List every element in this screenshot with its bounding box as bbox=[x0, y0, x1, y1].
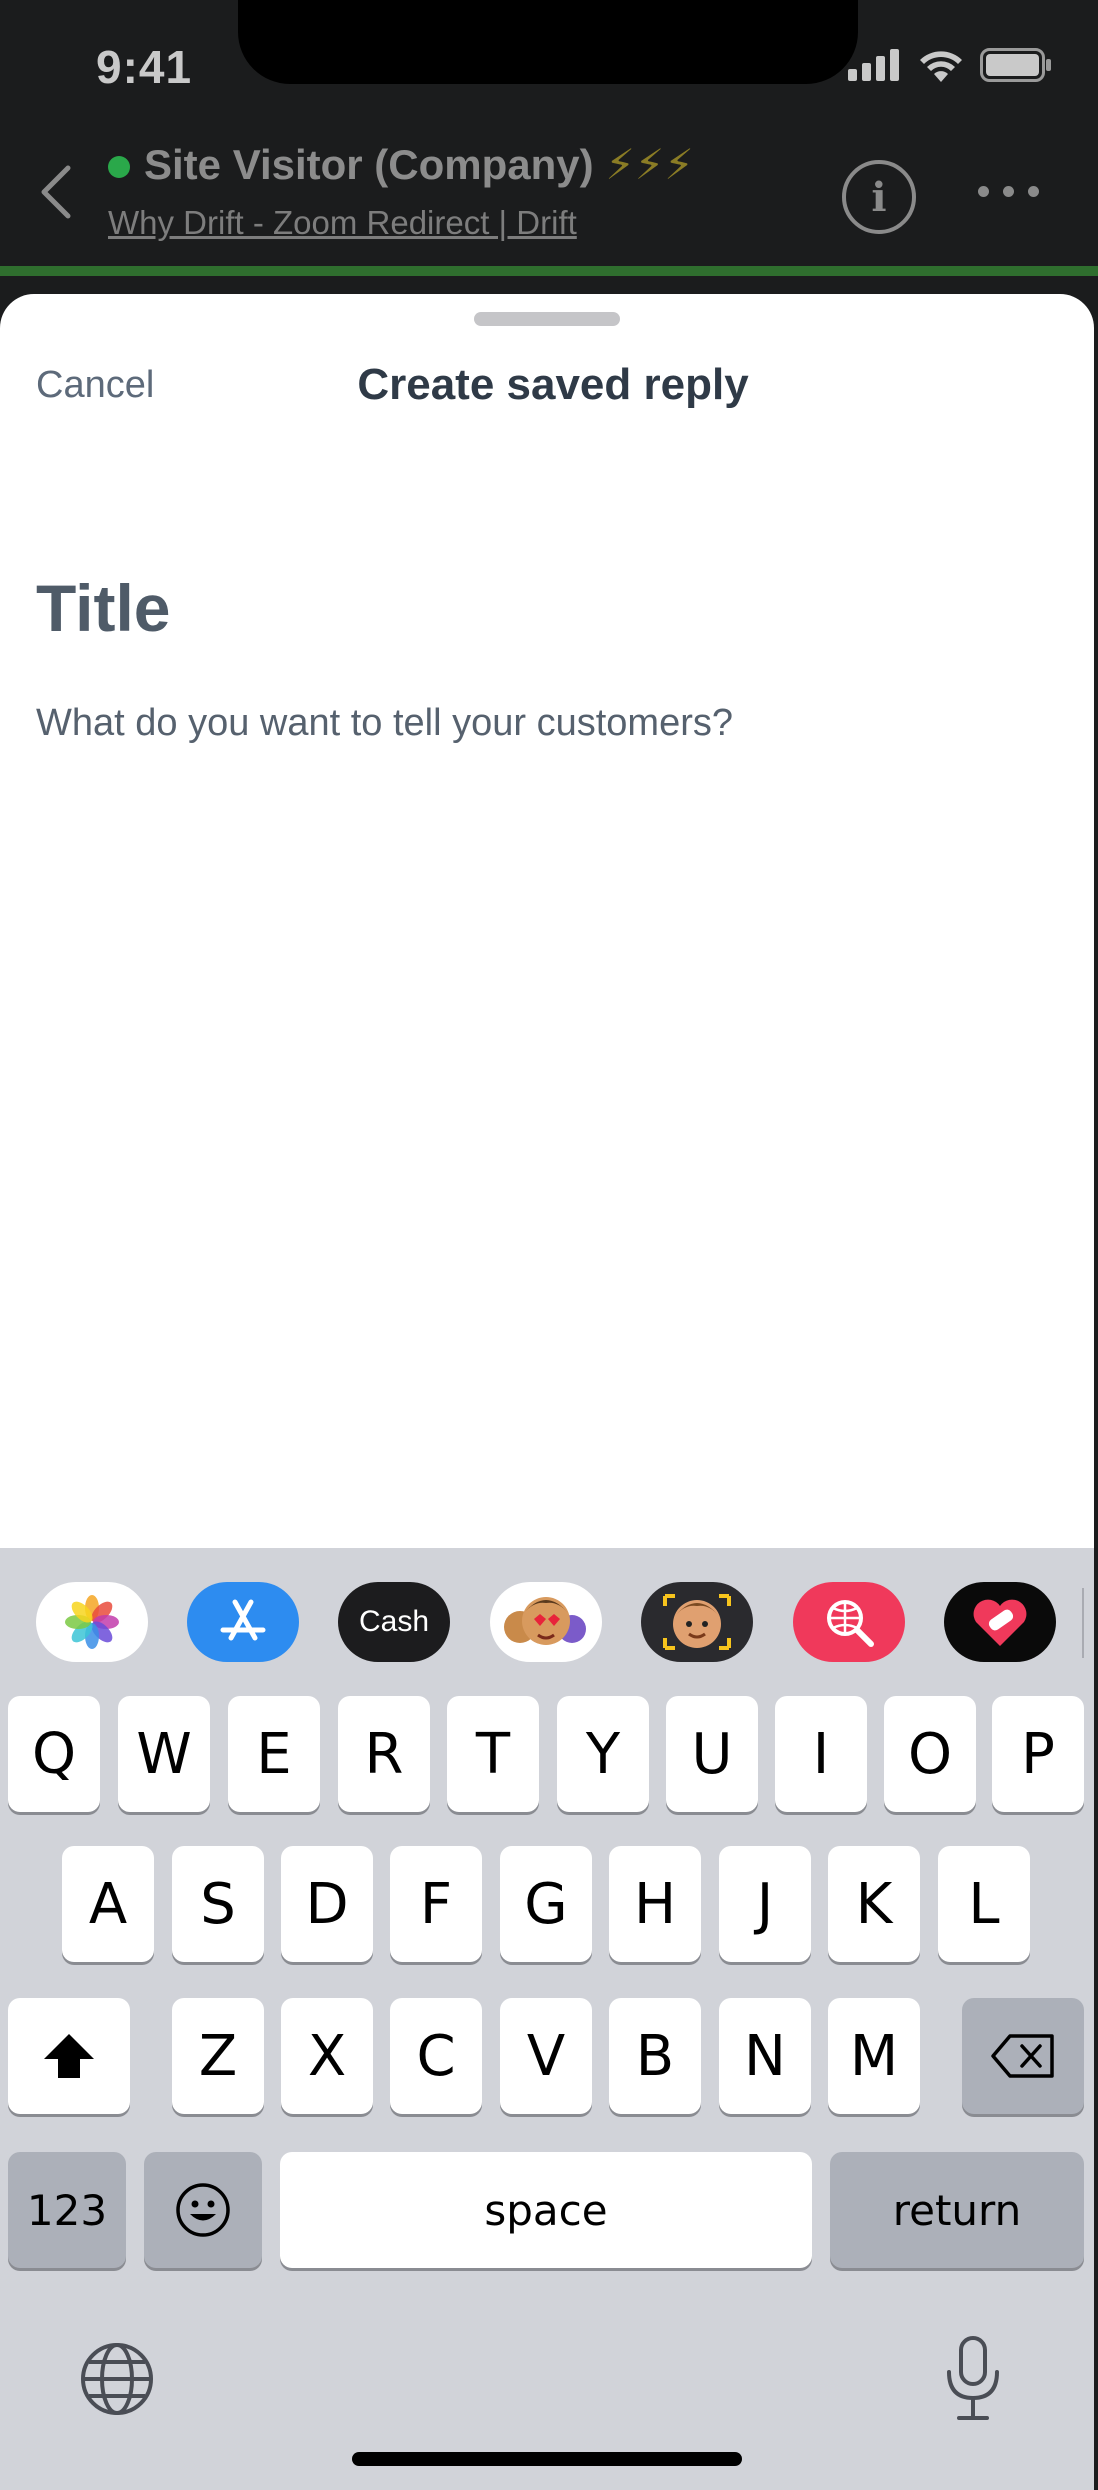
conversation-title: Site Visitor (Company) ⚡⚡⚡ bbox=[144, 140, 694, 189]
title-input[interactable]: Title bbox=[36, 570, 1036, 646]
key-n[interactable]: N bbox=[719, 1998, 811, 2114]
app-store-a-icon bbox=[220, 1599, 266, 1641]
conversation-header: Site Visitor (Company) ⚡⚡⚡ Why Drift - Z… bbox=[0, 140, 1098, 266]
sheet-title: Create saved reply bbox=[357, 360, 749, 409]
header-accent-line bbox=[0, 266, 1098, 276]
key-s[interactable]: S bbox=[172, 1846, 264, 1962]
key-h[interactable]: H bbox=[609, 1846, 701, 1962]
cash-app-icon[interactable]: Cash bbox=[338, 1582, 450, 1662]
backspace-icon bbox=[991, 2034, 1054, 2078]
emoji-smiley-icon bbox=[176, 2183, 230, 2237]
reply-body-input[interactable]: What do you want to tell your customers? bbox=[36, 702, 1036, 745]
return-key[interactable]: return bbox=[830, 2152, 1084, 2268]
key-r[interactable]: R bbox=[338, 1696, 430, 1812]
key-k[interactable]: K bbox=[828, 1846, 920, 1962]
globe-search-icon bbox=[827, 1600, 874, 1647]
more-options-icon[interactable] bbox=[978, 186, 1039, 197]
globe-icon[interactable] bbox=[78, 2340, 156, 2418]
key-y[interactable]: Y bbox=[557, 1696, 649, 1812]
key-f[interactable]: F bbox=[390, 1846, 482, 1962]
status-bar: 9:41 bbox=[0, 0, 1098, 140]
key-d[interactable]: D bbox=[281, 1846, 373, 1962]
photos-flower-icon bbox=[65, 1595, 119, 1649]
key-g[interactable]: G bbox=[500, 1846, 592, 1962]
keyboard: Cash Q W E R T Y U I O P A S D F G H J K… bbox=[0, 1548, 1094, 2490]
sheet-grabber[interactable] bbox=[474, 312, 620, 326]
wifi-icon bbox=[920, 51, 962, 82]
key-x[interactable]: X bbox=[281, 1998, 373, 2114]
key-l[interactable]: L bbox=[938, 1846, 1030, 1962]
app-row-divider bbox=[1082, 1588, 1084, 1658]
search-images-app-icon[interactable] bbox=[793, 1582, 905, 1662]
key-q[interactable]: Q bbox=[8, 1696, 100, 1812]
status-time: 9:41 bbox=[96, 41, 193, 93]
lightning-bolts-icon: ⚡⚡⚡ bbox=[605, 141, 694, 188]
microphone-icon[interactable] bbox=[942, 2334, 1004, 2424]
key-e[interactable]: E bbox=[228, 1696, 320, 1812]
visitor-name: Site Visitor (Company) bbox=[144, 141, 594, 188]
back-chevron-icon[interactable] bbox=[36, 162, 76, 222]
keyboard-app-row: Cash bbox=[0, 1548, 1094, 1698]
memoji-stickers-app-icon[interactable] bbox=[490, 1582, 602, 1662]
key-m[interactable]: M bbox=[828, 1998, 920, 2114]
info-icon[interactable]: i bbox=[842, 160, 916, 234]
memoji-app-icon[interactable] bbox=[641, 1582, 753, 1662]
shift-arrow-icon bbox=[44, 2034, 94, 2078]
emoji-key[interactable] bbox=[144, 2152, 262, 2268]
space-key[interactable]: space bbox=[280, 2152, 812, 2268]
conversation-page-link[interactable]: Why Drift - Zoom Redirect | Drift bbox=[108, 204, 577, 242]
key-c[interactable]: C bbox=[390, 1998, 482, 2114]
memoji-stickers-icon bbox=[504, 1597, 586, 1645]
key-p[interactable]: P bbox=[992, 1696, 1084, 1812]
photos-app-icon[interactable] bbox=[36, 1582, 148, 1662]
key-t[interactable]: T bbox=[447, 1696, 539, 1812]
create-saved-reply-sheet: Cancel Create saved reply Title What do … bbox=[0, 294, 1094, 1548]
key-j[interactable]: J bbox=[719, 1846, 811, 1962]
key-b[interactable]: B bbox=[609, 1998, 701, 2114]
app-store-app-icon[interactable] bbox=[187, 1582, 299, 1662]
delete-key[interactable] bbox=[962, 1998, 1084, 2114]
key-v[interactable]: V bbox=[500, 1998, 592, 2114]
status-icons bbox=[848, 48, 1052, 82]
key-w[interactable]: W bbox=[118, 1696, 210, 1812]
heart-bandage-icon bbox=[973, 1599, 1027, 1646]
key-z[interactable]: Z bbox=[172, 1998, 264, 2114]
key-u[interactable]: U bbox=[666, 1696, 758, 1812]
shift-key[interactable] bbox=[8, 1998, 130, 2114]
cellular-signal-icon bbox=[848, 49, 899, 81]
memoji-face-icon bbox=[663, 1594, 731, 1650]
cash-app-label: Cash bbox=[358, 1605, 430, 1638]
numbers-key[interactable]: 123 bbox=[8, 2152, 126, 2268]
heart-stickers-app-icon[interactable] bbox=[944, 1582, 1056, 1662]
key-a[interactable]: A bbox=[62, 1846, 154, 1962]
battery-icon bbox=[980, 48, 1051, 82]
online-status-dot bbox=[108, 156, 130, 178]
key-o[interactable]: O bbox=[884, 1696, 976, 1812]
home-indicator bbox=[352, 2452, 742, 2466]
notch bbox=[238, 0, 858, 84]
key-i[interactable]: I bbox=[775, 1696, 867, 1812]
